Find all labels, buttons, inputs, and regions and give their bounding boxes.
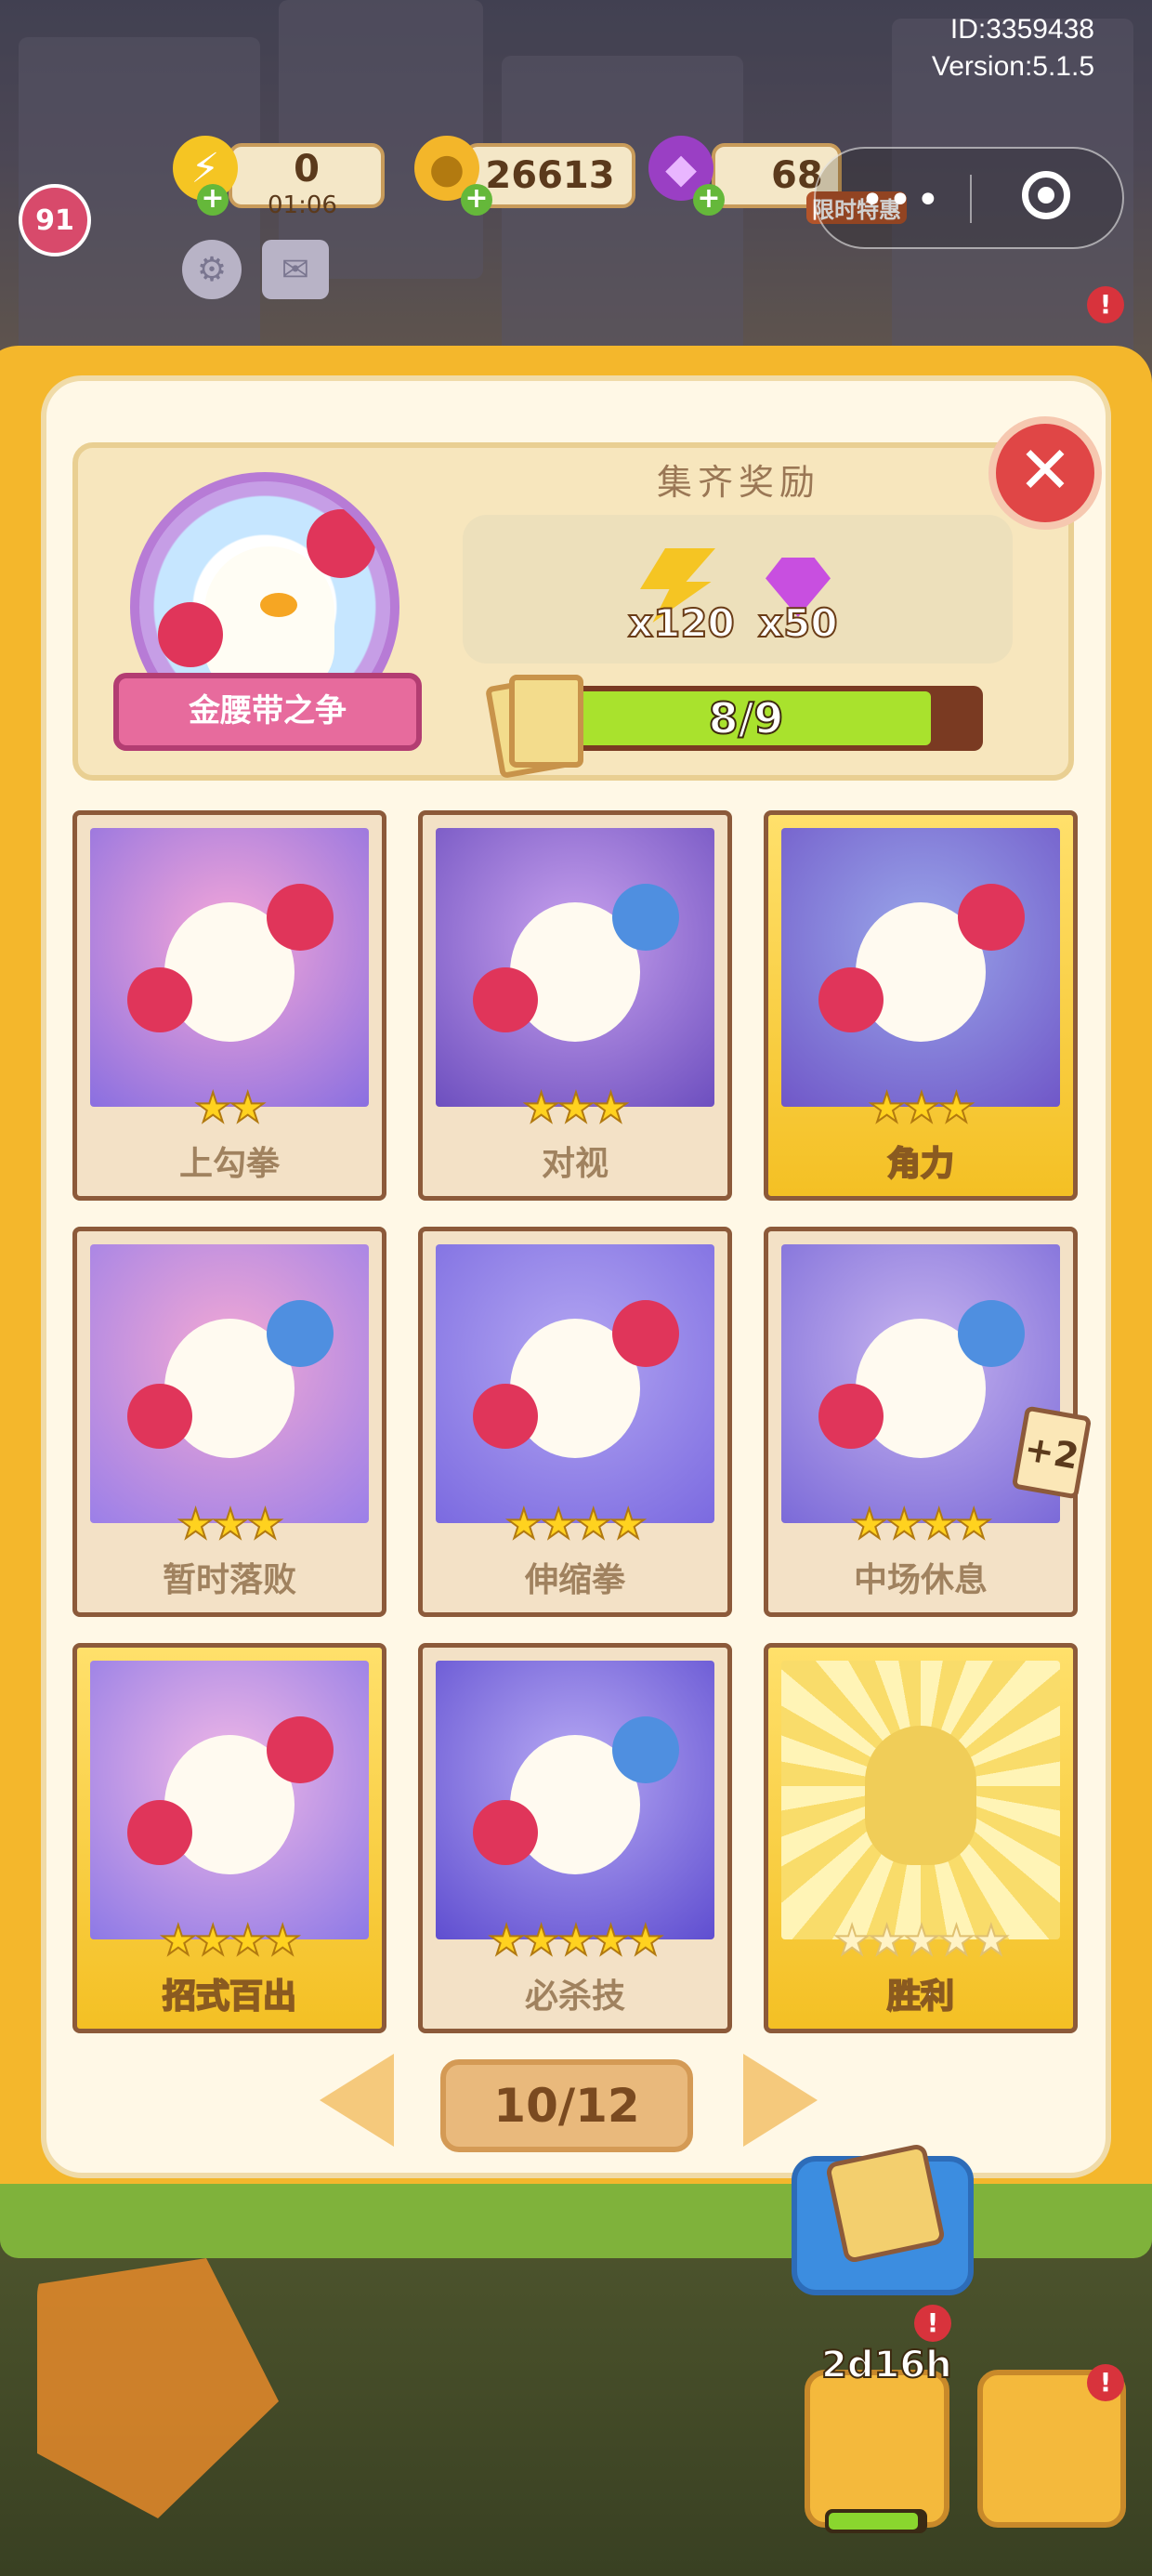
album-card[interactable]: ★★★★ 伸缩拳 — [418, 1227, 732, 1617]
card-illustration — [436, 1661, 714, 1939]
card-pack-progress — [825, 2509, 927, 2533]
album-book-spine — [0, 2184, 1152, 2258]
reward-energy-amount: x120 — [627, 599, 736, 647]
page-indicator: 10/12 — [440, 2059, 693, 2152]
card-name: 对视 — [541, 1145, 609, 1183]
card-illustration — [90, 828, 369, 1107]
card-name: 招式百出 — [162, 1977, 297, 2017]
boxing-glove-icon — [473, 967, 538, 1032]
card-star-rating: ★★★★★ — [832, 1916, 1010, 1965]
album-card[interactable]: ★★★★★ 胜利 — [764, 1643, 1078, 2033]
boxing-glove-icon — [612, 1716, 679, 1783]
card-star-rating: ★★★★★ — [487, 1916, 664, 1965]
card-star-rating: ★★★★ — [850, 1500, 993, 1549]
alert-badge: ! — [1087, 286, 1124, 323]
reward-title: 集齐奖励 — [656, 462, 820, 503]
boxing-glove-icon — [267, 884, 334, 951]
chick-beak — [260, 593, 297, 617]
boxing-glove-icon — [612, 1300, 679, 1367]
coin-value: 26613 — [485, 154, 615, 197]
card-pack-timer: 2d16h — [820, 2343, 953, 2387]
set-name-ribbon: 金腰带之争 — [113, 673, 422, 751]
version-label: Version:5.1.5 — [931, 51, 1094, 82]
alert-badge: ! — [914, 2305, 951, 2342]
boxing-glove-icon — [127, 1800, 192, 1865]
player-id: ID:3359438 — [949, 14, 1094, 45]
album-card[interactable]: ★★★★★ 必杀技 — [418, 1643, 732, 2033]
card-name: 中场休息 — [853, 1561, 988, 1599]
miniprogram-capsule: ••• — [814, 147, 1124, 249]
card-album-button[interactable] — [792, 2142, 974, 2295]
card-name: 暂时落败 — [162, 1561, 296, 1599]
card-star-rating: ★★★★ — [504, 1500, 648, 1549]
boxing-glove-icon — [818, 967, 884, 1032]
locked-card-silhouette — [781, 1661, 1060, 1939]
boxing-glove-icon — [473, 1384, 538, 1449]
card-name: 角力 — [886, 1144, 955, 1184]
card-star-rating: ★★ — [194, 1084, 268, 1133]
card-pack-progress-fill — [829, 2513, 918, 2530]
close-icon: ✕ — [1017, 432, 1073, 508]
level-badge[interactable]: 91 — [19, 184, 91, 256]
mail-icon[interactable]: ✉ — [262, 240, 329, 299]
energy-add-icon[interactable]: + — [197, 184, 229, 216]
energy-timer: 01:06 — [268, 191, 337, 219]
gem-add-icon[interactable]: + — [693, 184, 725, 216]
reward-items-panel — [463, 515, 1013, 664]
album-card[interactable]: ★★★ 角力 — [764, 810, 1078, 1201]
card-illustration — [436, 1244, 714, 1523]
album-card[interactable]: ★★★ 对视 — [418, 810, 732, 1201]
card-star-rating: ★★★ — [522, 1084, 630, 1133]
card-star-rating: ★★★ — [177, 1500, 284, 1549]
card-illustration — [90, 1244, 369, 1523]
card-star-rating: ★★★ — [868, 1084, 975, 1133]
card-illustration — [436, 828, 714, 1107]
reward-gems-amount: x50 — [757, 599, 839, 647]
boxing-glove-icon — [158, 602, 223, 667]
boxing-glove-icon — [473, 1800, 538, 1865]
boxing-glove-icon — [127, 967, 192, 1032]
more-dots-icon[interactable]: ••• — [860, 177, 944, 224]
card-illustration — [90, 1661, 369, 1939]
settings-gear-icon[interactable]: ⚙ — [182, 240, 242, 299]
progress-text: 8/9 — [708, 692, 785, 744]
target-icon[interactable] — [1022, 171, 1070, 219]
boxing-glove-icon — [307, 509, 375, 578]
capsule-divider — [970, 175, 972, 223]
card-name: 伸缩拳 — [524, 1561, 625, 1599]
card-pack-shop-button[interactable] — [805, 2370, 949, 2528]
boxing-glove-icon — [127, 1384, 192, 1449]
card-illustration — [781, 828, 1060, 1107]
card-name: 胜利 — [886, 1977, 955, 2017]
chick-silhouette-icon — [865, 1726, 976, 1865]
album-card[interactable]: ★★★ 暂时落败 — [72, 1227, 386, 1617]
boxing-glove-icon — [612, 884, 679, 951]
boxing-glove-icon — [958, 1300, 1025, 1367]
boxing-glove-icon — [818, 1384, 884, 1449]
energy-value: 0 — [294, 148, 320, 191]
album-card[interactable]: ★★ 上勾拳 — [72, 810, 386, 1201]
album-card[interactable]: ★★★★ 招式百出 — [72, 1643, 386, 2033]
card-star-rating: ★★★★ — [159, 1916, 302, 1965]
card-pack-icon — [824, 2142, 947, 2265]
boxing-glove-icon — [267, 1716, 334, 1783]
card-name: 必杀技 — [524, 1978, 625, 2016]
game-version-info: ID:3359438 Version:5.1.5 — [932, 11, 1094, 85]
level-value: 91 — [35, 204, 74, 237]
coin-add-icon[interactable]: + — [461, 184, 492, 216]
card-name: 上勾拳 — [178, 1145, 280, 1183]
alert-badge: ! — [1087, 2364, 1124, 2401]
duplicate-count-badge: +2 — [1011, 1405, 1093, 1500]
close-button[interactable]: ✕ — [988, 416, 1102, 530]
boxing-glove-icon — [958, 884, 1025, 951]
boxing-glove-icon — [267, 1300, 334, 1367]
